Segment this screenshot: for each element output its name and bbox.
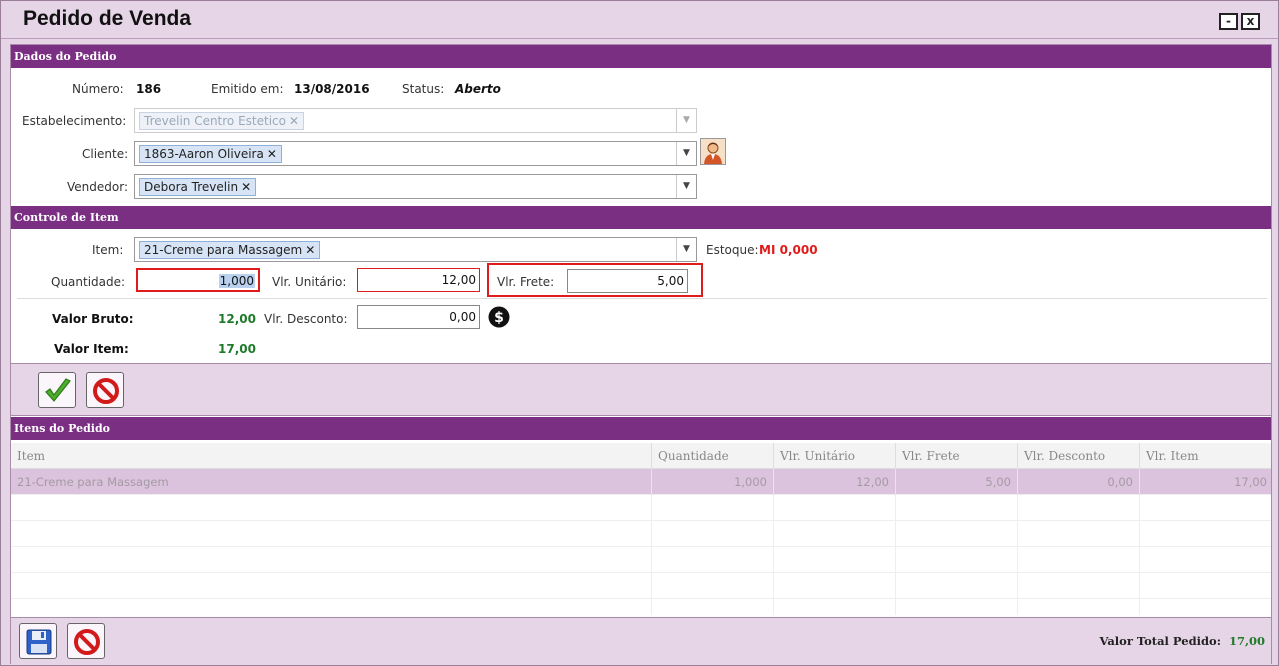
save-button[interactable]	[19, 623, 57, 659]
estabelecimento-label: Estabelecimento:	[22, 114, 127, 128]
client-lookup-button[interactable]	[700, 138, 726, 165]
cell-vlr-item: 17,00	[1139, 469, 1273, 495]
window-title: Pedido de Venda	[23, 7, 192, 30]
quantidade-input[interactable]: 1,000	[136, 268, 260, 292]
vendedor-label: Vendedor:	[67, 180, 128, 194]
cliente-label: Cliente:	[82, 147, 129, 161]
desconto-input[interactable]: 0,00	[357, 305, 480, 329]
order-total-value: 17,00	[1228, 634, 1265, 648]
cliente-tag-label: 1863-Aaron Oliveira	[144, 147, 264, 161]
check-icon	[45, 378, 71, 402]
estoque-value: MI 0,000	[759, 243, 818, 257]
col-header-item[interactable]: Item	[11, 443, 651, 469]
vendedor-tag-label: Debora Trevelin	[144, 180, 239, 194]
unitario-input[interactable]: 12,00	[357, 268, 480, 292]
close-button[interactable]: x	[1241, 13, 1260, 30]
cell-item: 21-Creme para Massagem	[17, 475, 169, 489]
col-divider	[1017, 495, 1018, 615]
form-content: Dados do Pedido Número: 186 Emitido em: …	[10, 44, 1272, 665]
item-actions-bar	[11, 363, 1271, 416]
itens-grid: Item Quantidade Vlr. Unitário Vlr. Frete…	[11, 443, 1271, 618]
col-header-vlr-item[interactable]: Vlr. Item	[1139, 443, 1273, 469]
bruto-label: Valor Bruto:	[52, 312, 134, 326]
col-header-desconto[interactable]: Vlr. Desconto	[1017, 443, 1139, 469]
person-icon	[701, 139, 725, 164]
pedido-window: Pedido de Venda - x Dados do Pedido Núme…	[0, 0, 1279, 666]
title-bar: Pedido de Venda - x	[1, 1, 1278, 39]
table-row[interactable]: 21-Creme para Massagem 1,000 12,00 5,00 …	[11, 469, 1271, 495]
col-header-quantidade[interactable]: Quantidade	[651, 443, 773, 469]
item-total-value: 17,00	[218, 342, 256, 356]
chevron-down-icon[interactable]: ▼	[676, 142, 696, 165]
item-label: Item:	[92, 243, 124, 257]
status-value: Aberto	[455, 82, 501, 96]
quantidade-value: 1,000	[218, 274, 255, 288]
divider	[17, 298, 1267, 299]
item-tag-label: 21-Creme para Massagem	[144, 243, 303, 257]
unitario-label: Vlr. Unitário:	[272, 275, 347, 289]
chevron-down-icon[interactable]: ▼	[676, 175, 696, 198]
cancel-item-button[interactable]	[86, 372, 124, 408]
cell-unitario: 12,00	[773, 469, 895, 495]
item-tag: 21-Creme para Massagem ✕	[139, 241, 321, 259]
remove-icon[interactable]: ✕	[267, 147, 277, 161]
remove-icon[interactable]: ✕	[305, 243, 315, 257]
chevron-down-icon: ▼	[676, 109, 696, 132]
empty-row	[11, 573, 1271, 599]
cliente-select[interactable]: 1863-Aaron Oliveira ✕ ▼	[134, 141, 697, 166]
confirm-item-button[interactable]	[38, 372, 76, 408]
remove-icon[interactable]: ✕	[241, 180, 251, 194]
frete-label: Vlr. Frete:	[497, 275, 555, 289]
empty-row	[11, 547, 1271, 573]
cliente-tag: 1863-Aaron Oliveira ✕	[139, 145, 282, 163]
quantidade-label: Quantidade:	[51, 275, 126, 289]
floppy-disk-icon	[26, 629, 52, 655]
vendedor-tag: Debora Trevelin ✕	[139, 178, 257, 196]
estabelecimento-tag: Trevelin Centro Estetico ✕	[139, 112, 305, 130]
bruto-value: 12,00	[218, 312, 256, 326]
emitido-label: Emitido em:	[211, 82, 284, 96]
col-header-unitario[interactable]: Vlr. Unitário	[773, 443, 895, 469]
empty-row	[11, 495, 1271, 521]
empty-row	[11, 521, 1271, 547]
numero-value: 186	[136, 82, 162, 96]
emitido-value: 13/08/2016	[294, 82, 370, 96]
svg-text:$: $	[494, 310, 504, 326]
col-divider	[895, 495, 896, 615]
col-divider	[651, 495, 652, 615]
frete-input[interactable]: 5,00	[567, 269, 688, 293]
section-controle-header: Controle de Item	[11, 206, 1271, 229]
item-total-label: Valor Item:	[54, 342, 129, 356]
grid-header-row: Item Quantidade Vlr. Unitário Vlr. Frete…	[11, 443, 1271, 469]
footer-bar: Valor Total Pedido: 17,00	[11, 617, 1271, 665]
minimize-button[interactable]: -	[1219, 13, 1238, 30]
col-divider	[1139, 495, 1140, 615]
col-header-frete[interactable]: Vlr. Frete	[895, 443, 1017, 469]
prohibited-icon	[93, 378, 119, 404]
estabelecimento-tag-label: Trevelin Centro Estetico	[144, 114, 286, 128]
order-total-label: Valor Total Pedido:	[1099, 634, 1221, 648]
chevron-down-icon[interactable]: ▼	[676, 238, 696, 261]
cell-quantidade: 1,000	[651, 469, 773, 495]
section-itens-header: Itens do Pedido	[11, 417, 1271, 440]
prohibited-icon	[74, 629, 100, 655]
cell-desconto: 0,00	[1017, 469, 1139, 495]
section-dados-header: Dados do Pedido	[11, 45, 1271, 68]
dollar-icon[interactable]: $	[488, 306, 510, 328]
vendedor-select[interactable]: Debora Trevelin ✕ ▼	[134, 174, 697, 199]
col-divider	[773, 495, 774, 615]
remove-icon: ✕	[289, 114, 300, 128]
item-select[interactable]: 21-Creme para Massagem ✕ ▼	[134, 237, 697, 262]
order-total: Valor Total Pedido: 17,00	[1099, 634, 1265, 648]
desconto-label: Vlr. Desconto:	[264, 312, 348, 326]
cancel-order-button[interactable]	[67, 623, 105, 659]
estabelecimento-select: Trevelin Centro Estetico ✕ ▼	[134, 108, 697, 133]
estoque-label: Estoque:	[706, 243, 759, 257]
cell-frete: 5,00	[895, 469, 1017, 495]
status-label: Status:	[402, 82, 445, 96]
numero-label: Número:	[72, 82, 124, 96]
